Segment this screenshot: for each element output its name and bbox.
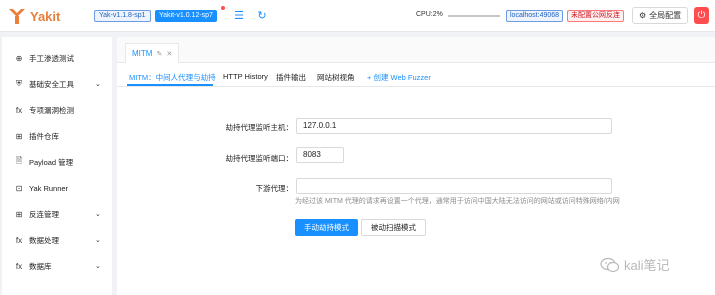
fx-icon: fx	[15, 261, 23, 271]
subtab-site-tree[interactable]: 网站树视角	[317, 72, 355, 83]
watermark: kali笔记	[600, 255, 670, 274]
global-config-button[interactable]: ⚙ 全局配置	[632, 7, 689, 24]
proxy-port-input[interactable]: 8083	[296, 147, 344, 163]
yakit-logo-icon	[9, 9, 25, 24]
terminal-icon: ⊡	[15, 183, 23, 193]
sidebar-item[interactable]: ⊞ 插件仓库	[2, 127, 112, 145]
proxy-host-input[interactable]: 127.0.0.1	[296, 118, 612, 134]
cpu-usage: CPU:2%	[416, 11, 443, 18]
lock-icon: ⛨	[16, 79, 22, 88]
subtab-create-web-fuzzer[interactable]: + 创建 Web Fuzzer	[367, 72, 431, 83]
close-icon[interactable]: ✕	[166, 50, 172, 58]
file-icon: 🗎	[15, 156, 23, 165]
tab-mitm[interactable]: MITM ✎ ✕	[125, 43, 180, 63]
menu-list-icon[interactable]: ☰	[233, 10, 245, 22]
gear-icon: ⚙	[639, 11, 647, 20]
reverse-connection-warning[interactable]: 未配置公网反连	[567, 10, 624, 22]
downstream-proxy-help: 为经过该 MITM 代理的请求再设置一个代理，通常用于访问中国大陆无法访问的网站…	[295, 198, 620, 205]
global-config-label: 全局配置	[649, 11, 682, 20]
fx-icon: fx	[15, 105, 23, 115]
app-name: Yakit	[30, 8, 61, 24]
refresh-icon[interactable]: ↻	[256, 10, 268, 22]
app-logo: Yakit	[8, 7, 60, 25]
active-tab-indicator	[127, 84, 213, 86]
manual-hijack-button[interactable]: 手动劫持模式	[295, 219, 358, 236]
page-tab-bar: MITM ✎ ✕	[117, 37, 715, 63]
sidebar-item[interactable]: fx 数据处理 ⌄	[2, 231, 112, 249]
chevron-down-icon[interactable]: ⌄	[95, 210, 101, 218]
sidebar-item[interactable]: fx 数据库 ⌄	[2, 257, 112, 275]
sidebar-item[interactable]: ⊕ 手工渗透测试	[2, 49, 112, 67]
crosshair-icon: ⊕	[15, 53, 23, 63]
tab-mitm-label: MITM	[132, 49, 153, 58]
sidebar-item-label: 插件仓库	[29, 131, 59, 141]
fx-icon: fx	[15, 235, 23, 245]
subtab-http-history[interactable]: HTTP History	[223, 72, 268, 81]
yak-version-tag[interactable]: Yak-v1.1.8-sp1	[94, 10, 151, 22]
power-button[interactable]: ⏻	[694, 7, 709, 24]
sidebar-item[interactable]: fx 专项漏洞检测	[2, 101, 112, 119]
sidebar-item[interactable]: ⛨ 基础安全工具 ⌄	[2, 75, 112, 93]
host-label: 劫持代理监听主机：	[225, 123, 294, 132]
sidebar-item-label: 反连管理	[29, 209, 59, 219]
engine-host-tag[interactable]: localhost:49068	[506, 10, 564, 22]
sidebar-item-label: 数据处理	[29, 235, 59, 245]
chevron-down-icon[interactable]: ⌄	[95, 236, 101, 244]
port-label: 劫持代理监听端口：	[225, 154, 294, 163]
sidebar-item-label: 手工渗透测试	[29, 53, 74, 63]
mitm-subtabs: MITM：中间人代理与劫持 HTTP History 插件输出 网站树视角 + …	[117, 67, 715, 87]
sidebar-item-label: Payload 管理	[29, 157, 74, 167]
top-bar: Yakit Yak-v1.1.8-sp1 Yakit-v1.0.12-sp7 ☰…	[0, 0, 715, 32]
sidebar-item[interactable]: ⊡ Yak Runner	[2, 179, 112, 197]
watermark-text: kali笔记	[624, 258, 670, 273]
sidebar-item[interactable]: 🗎 Payload 管理	[2, 153, 112, 171]
cpu-sparkline	[448, 15, 500, 17]
edit-icon[interactable]: ✎	[156, 50, 162, 58]
sidebar: ⊕ 手工渗透测试 ⛨ 基础安全工具 ⌄ fx 专项漏洞检测 ⊞ 插件仓库 🗎 Payload 管理 ⊡…	[2, 37, 112, 295]
subtab-plugin-output[interactable]: 插件输出	[276, 72, 306, 83]
update-dot	[221, 6, 225, 10]
wechat-icon	[600, 257, 620, 272]
sidebar-item-label: 基础安全工具	[29, 79, 74, 89]
subtab-mitm[interactable]: MITM：中间人代理与劫持	[129, 72, 216, 83]
downstream-proxy-label: 下游代理：	[255, 184, 294, 193]
sidebar-item[interactable]: ⊞ 反连管理 ⌄	[2, 205, 112, 223]
grid-icon: ⊞	[15, 131, 23, 141]
passive-scan-button[interactable]: 被动扫描模式	[361, 219, 426, 236]
yakit-version-tag[interactable]: Yakit-v1.0.12-sp7	[155, 10, 217, 22]
power-icon: ⏻	[697, 10, 706, 21]
grid-icon: ⊞	[15, 209, 23, 219]
sidebar-item-label: 数据库	[29, 261, 52, 271]
chevron-down-icon[interactable]: ⌄	[95, 262, 101, 270]
downstream-proxy-input[interactable]	[296, 178, 612, 194]
chevron-down-icon[interactable]: ⌄	[95, 80, 101, 88]
sidebar-item-label: 专项漏洞检测	[29, 105, 74, 115]
sidebar-item-label: Yak Runner	[29, 183, 69, 193]
